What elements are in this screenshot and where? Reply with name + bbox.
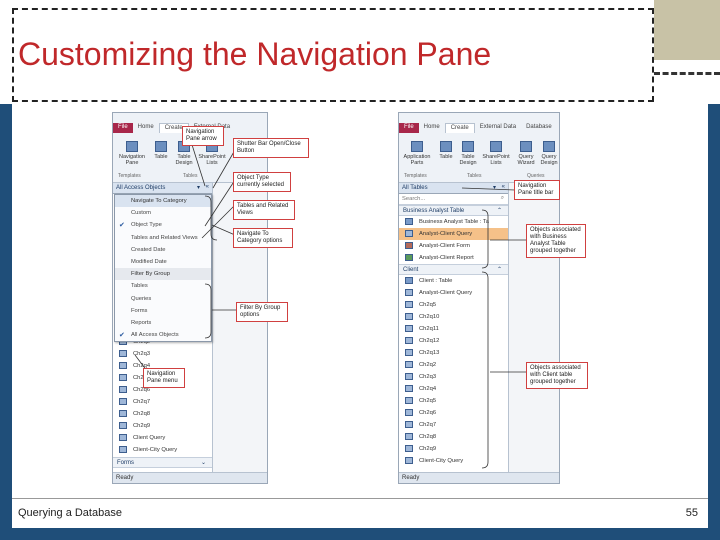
callout-leader-lines [134, 131, 526, 469]
callout-filter-group: Filter By Group options [236, 302, 288, 322]
footer-text: Querying a Database [18, 507, 122, 519]
page-number: 55 [685, 507, 698, 519]
callout-navigate-category: Navigate To Category options [233, 228, 293, 248]
callout-shutter-bar: Shutter Bar Open/Close Button [233, 138, 309, 158]
callout-objects-business: Objects associated with Business Analyst… [526, 224, 586, 258]
callout-tables-related: Tables and Related Views [233, 200, 295, 220]
callout-object-type: Object Type currently selected [233, 172, 291, 192]
slide-footer: Querying a Database 55 [12, 498, 708, 528]
callout-objects-client: Objects associated with Client table gro… [526, 362, 588, 389]
callout-nav-title-bar: Navigation Pane title bar [514, 180, 560, 200]
callout-nav-pane-arrow: Navigation Pane arrow [182, 126, 224, 146]
callout-nav-pane-menu: Navigation Pane menu [143, 368, 185, 388]
